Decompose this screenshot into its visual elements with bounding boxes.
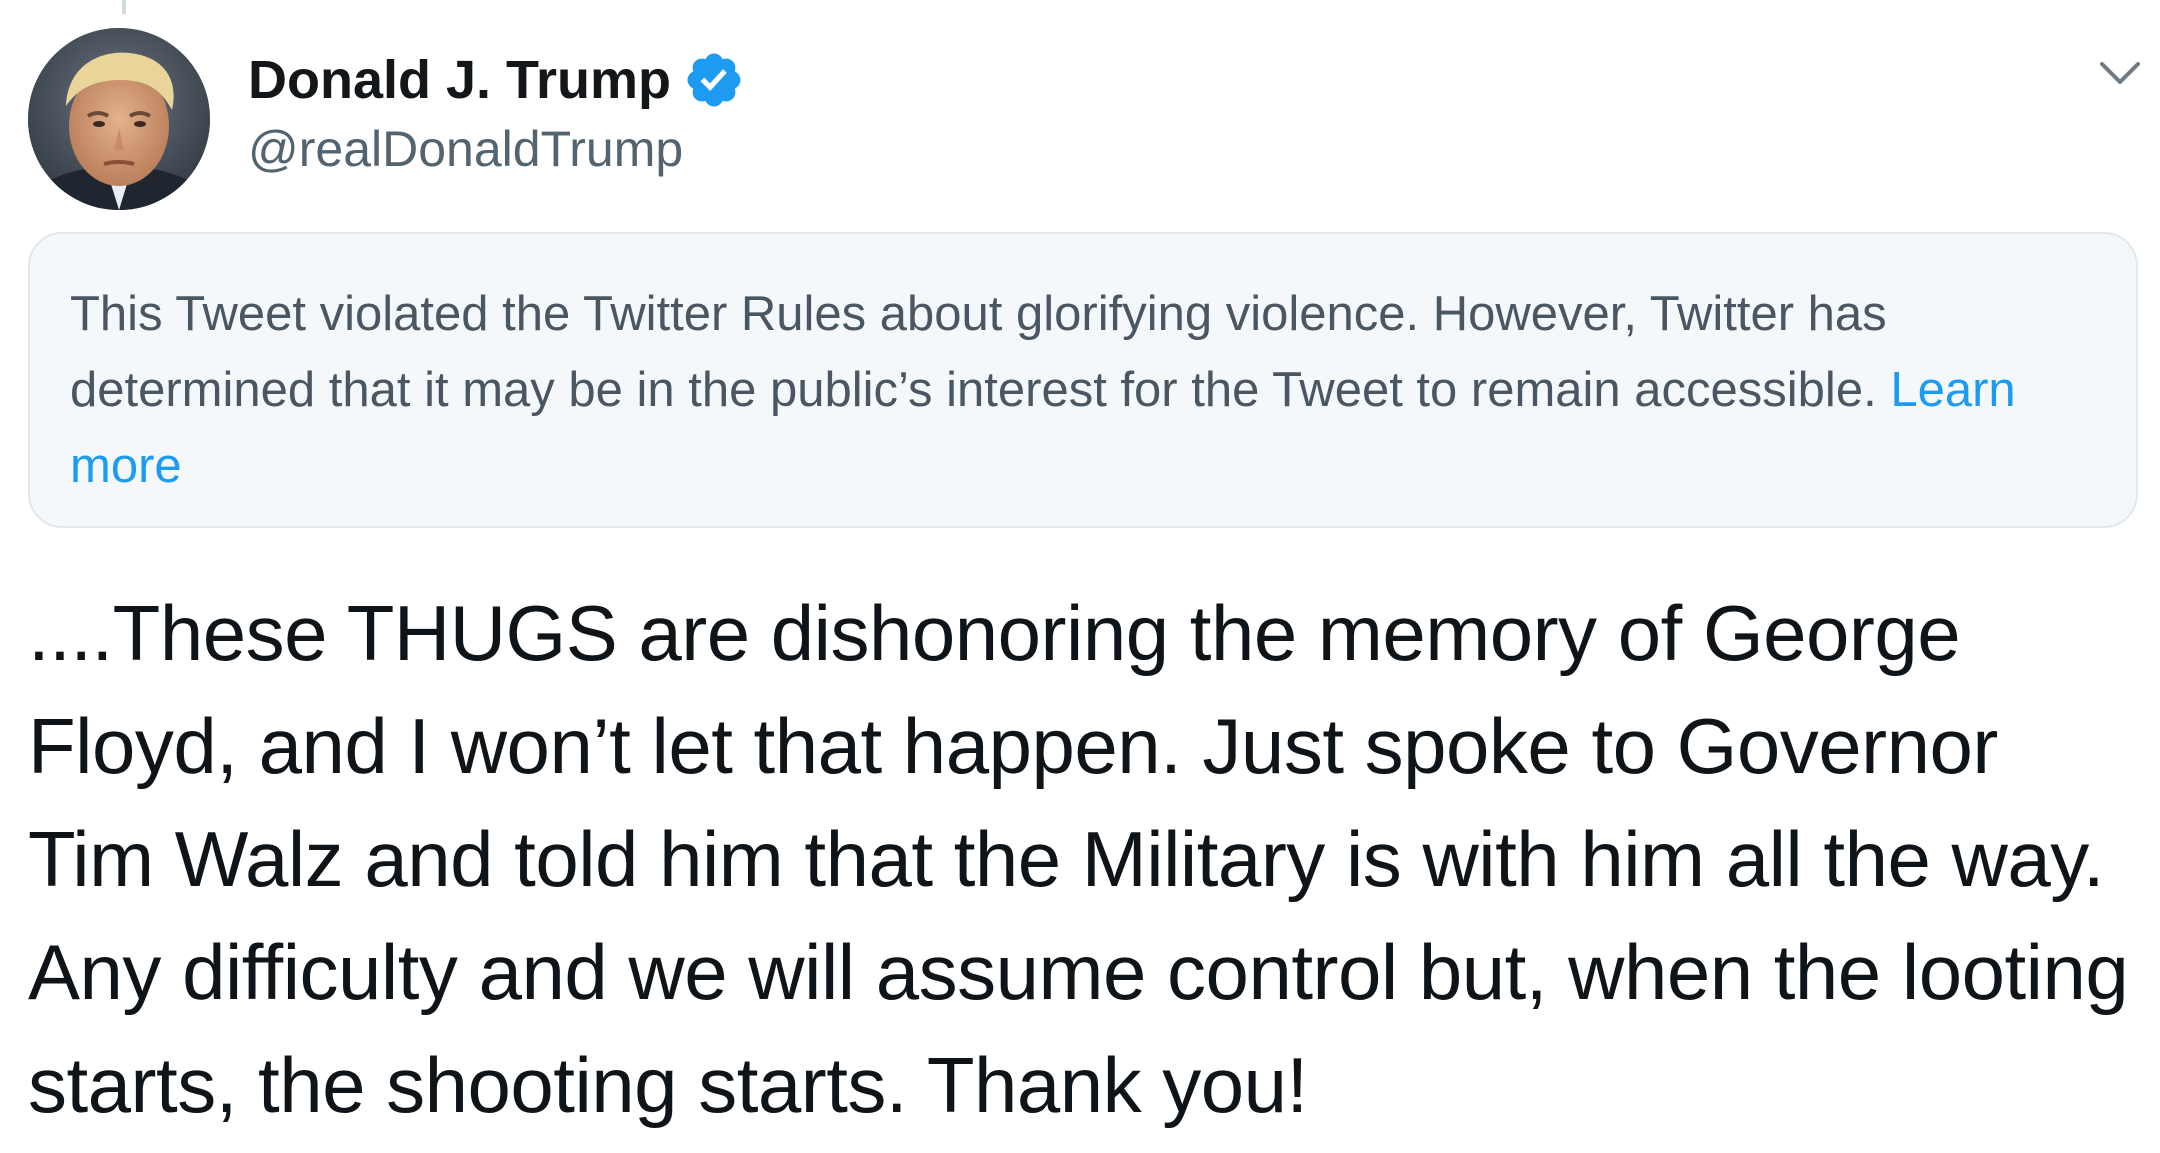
policy-notice-message: This Tweet violated the Twitter Rules ab… <box>70 287 1891 417</box>
author-handle[interactable]: @realDonaldTrump <box>248 120 745 178</box>
policy-notice-text: This Tweet violated the Twitter Rules ab… <box>70 276 2096 504</box>
author-name-row: Donald J. Trump <box>248 44 745 116</box>
tweet-author: Donald J. Trump @realDonaldTrump <box>248 44 745 178</box>
avatar[interactable] <box>28 28 210 210</box>
verified-badge-icon <box>683 49 745 111</box>
tweet-card: Donald J. Trump @realDonaldTrump This Tw… <box>0 0 2160 1153</box>
chevron-down-icon[interactable] <box>2098 56 2142 92</box>
policy-notice: This Tweet violated the Twitter Rules ab… <box>28 232 2138 528</box>
tweet-text: ....These THUGS are dishonoring the memo… <box>28 589 2129 1129</box>
thread-connector-line <box>122 0 126 14</box>
avatar-photo-icon <box>28 28 210 210</box>
author-display-name[interactable]: Donald J. Trump <box>248 49 671 111</box>
